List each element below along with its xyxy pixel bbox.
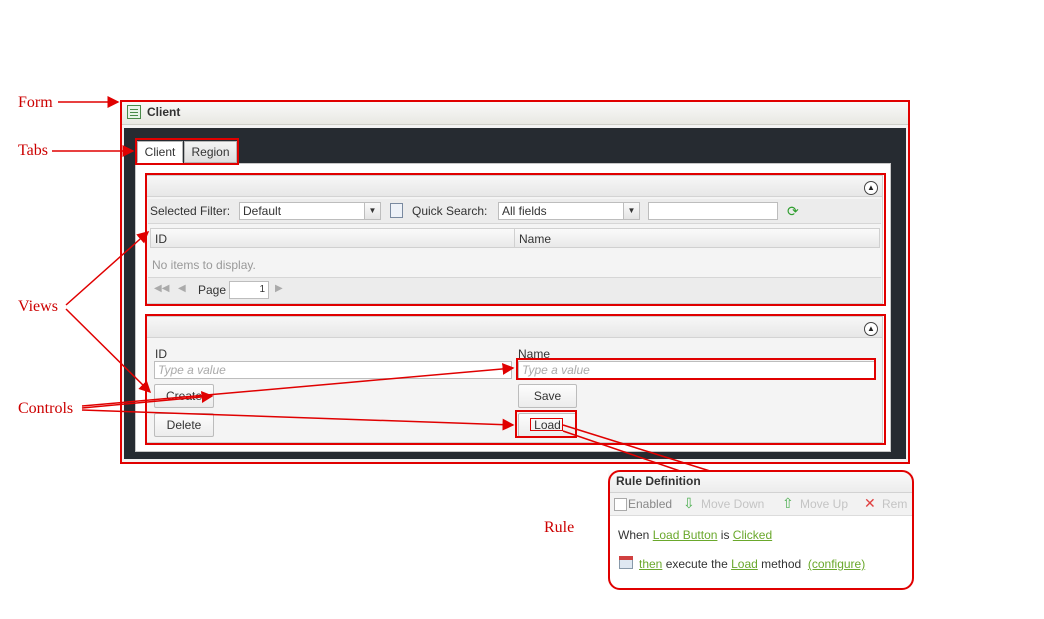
annotation-arrows xyxy=(52,96,711,472)
controls-arrow-load xyxy=(81,409,515,431)
controls-arrow-name xyxy=(81,362,515,407)
rule-link-line-2 xyxy=(562,430,681,472)
views-arrow-top xyxy=(65,231,150,306)
controls-arrow-create xyxy=(81,390,214,409)
rule-link-line-1 xyxy=(562,424,711,472)
views-arrow-bottom xyxy=(65,308,152,394)
